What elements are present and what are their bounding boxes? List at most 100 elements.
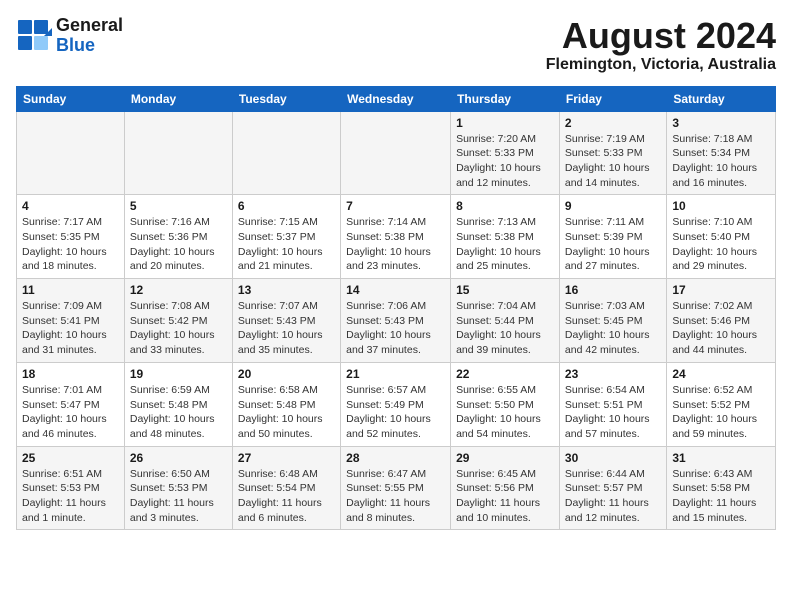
- calendar-cell: 3 Sunrise: 7:18 AM Sunset: 5:34 PM Daylig…: [667, 111, 776, 195]
- day-detail: Sunrise: 7:06 AM Sunset: 5:43 PM Dayligh…: [346, 299, 445, 358]
- day-number: 18: [22, 367, 119, 381]
- day-detail: Sunrise: 6:50 AM Sunset: 5:53 PM Dayligh…: [130, 467, 227, 526]
- day-number: 25: [22, 451, 119, 465]
- day-detail: Sunrise: 7:14 AM Sunset: 5:38 PM Dayligh…: [346, 215, 445, 274]
- day-detail: Sunrise: 7:01 AM Sunset: 5:47 PM Dayligh…: [22, 383, 119, 442]
- calendar-cell: 4 Sunrise: 7:17 AM Sunset: 5:35 PM Daylig…: [17, 195, 125, 279]
- day-number: 8: [456, 199, 554, 213]
- day-number: 15: [456, 283, 554, 297]
- calendar-week-row: 25Sunrise: 6:51 AM Sunset: 5:53 PM Dayli…: [17, 446, 776, 530]
- day-detail: Sunrise: 6:47 AM Sunset: 5:55 PM Dayligh…: [346, 467, 445, 526]
- day-detail: Sunrise: 7:17 AM Sunset: 5:35 PM Dayligh…: [22, 215, 119, 274]
- day-number: 17: [672, 283, 770, 297]
- page-header: General Blue August 2024 Flemington, Vic…: [16, 16, 776, 74]
- calendar-cell: 17Sunrise: 7:02 AM Sunset: 5:46 PM Dayli…: [667, 279, 776, 363]
- day-number: 2: [565, 116, 661, 130]
- calendar-cell: 18 Sunrise: 7:01 AM Sunset: 5:47 PM Dayli…: [17, 362, 125, 446]
- day-number: 27: [238, 451, 335, 465]
- day-number: 13: [238, 283, 335, 297]
- col-tuesday: Tuesday: [232, 86, 340, 111]
- day-number: 10: [672, 199, 770, 213]
- calendar-week-row: 1 Sunrise: 7:20 AM Sunset: 5:33 PM Daylig…: [17, 111, 776, 195]
- calendar-cell: 22Sunrise: 6:55 AM Sunset: 5:50 PM Dayli…: [451, 362, 560, 446]
- day-number: 4: [22, 199, 119, 213]
- col-saturday: Saturday: [667, 86, 776, 111]
- day-detail: Sunrise: 6:58 AM Sunset: 5:48 PM Dayligh…: [238, 383, 335, 442]
- col-wednesday: Wednesday: [341, 86, 451, 111]
- day-number: 16: [565, 283, 661, 297]
- calendar-cell: 2 Sunrise: 7:19 AM Sunset: 5:33 PM Daylig…: [559, 111, 666, 195]
- day-detail: Sunrise: 7:16 AM Sunset: 5:36 PM Dayligh…: [130, 215, 227, 274]
- calendar-cell: 26Sunrise: 6:50 AM Sunset: 5:53 PM Dayli…: [124, 446, 232, 530]
- day-detail: Sunrise: 6:57 AM Sunset: 5:49 PM Dayligh…: [346, 383, 445, 442]
- title-block: August 2024 Flemington, Victoria, Austra…: [546, 16, 776, 74]
- day-number: 21: [346, 367, 445, 381]
- calendar-table: Sunday Monday Tuesday Wednesday Thursday…: [16, 86, 776, 531]
- calendar-cell: 16 Sunrise: 7:03 AM Sunset: 5:45 PM Dayli…: [559, 279, 666, 363]
- calendar-header-row: Sunday Monday Tuesday Wednesday Thursday…: [17, 86, 776, 111]
- calendar-cell: 5 Sunrise: 7:16 AM Sunset: 5:36 PM Daylig…: [124, 195, 232, 279]
- calendar-title: August 2024: [546, 16, 776, 56]
- col-monday: Monday: [124, 86, 232, 111]
- calendar-week-row: 4 Sunrise: 7:17 AM Sunset: 5:35 PM Daylig…: [17, 195, 776, 279]
- day-detail: Sunrise: 7:20 AM Sunset: 5:33 PM Dayligh…: [456, 132, 554, 191]
- calendar-cell: 30Sunrise: 6:44 AM Sunset: 5:57 PM Dayli…: [559, 446, 666, 530]
- calendar-cell: 21 Sunrise: 6:57 AM Sunset: 5:49 PM Dayli…: [341, 362, 451, 446]
- logo-icon: [16, 18, 52, 54]
- day-number: 14: [346, 283, 445, 297]
- day-detail: Sunrise: 6:59 AM Sunset: 5:48 PM Dayligh…: [130, 383, 227, 442]
- calendar-cell: 24 Sunrise: 6:52 AM Sunset: 5:52 PM Dayli…: [667, 362, 776, 446]
- day-number: 20: [238, 367, 335, 381]
- day-number: 29: [456, 451, 554, 465]
- day-number: 22: [456, 367, 554, 381]
- calendar-cell: 15 Sunrise: 7:04 AM Sunset: 5:44 PM Dayli…: [451, 279, 560, 363]
- day-detail: Sunrise: 7:19 AM Sunset: 5:33 PM Dayligh…: [565, 132, 661, 191]
- day-detail: Sunrise: 7:11 AM Sunset: 5:39 PM Dayligh…: [565, 215, 661, 274]
- logo-blue: Blue: [56, 35, 95, 55]
- calendar-cell: 23 Sunrise: 6:54 AM Sunset: 5:51 PM Dayli…: [559, 362, 666, 446]
- day-detail: Sunrise: 6:44 AM Sunset: 5:57 PM Dayligh…: [565, 467, 661, 526]
- day-detail: Sunrise: 7:18 AM Sunset: 5:34 PM Dayligh…: [672, 132, 770, 191]
- calendar-cell: 27Sunrise: 6:48 AM Sunset: 5:54 PM Dayli…: [232, 446, 340, 530]
- day-detail: Sunrise: 6:54 AM Sunset: 5:51 PM Dayligh…: [565, 383, 661, 442]
- day-detail: Sunrise: 6:43 AM Sunset: 5:58 PM Dayligh…: [672, 467, 770, 526]
- calendar-cell: 10 Sunrise: 7:10 AM Sunset: 5:40 PM Dayli…: [667, 195, 776, 279]
- calendar-week-row: 11 Sunrise: 7:09 AM Sunset: 5:41 PM Dayli…: [17, 279, 776, 363]
- calendar-cell: [124, 111, 232, 195]
- calendar-cell: 8 Sunrise: 7:13 AM Sunset: 5:38 PM Daylig…: [451, 195, 560, 279]
- calendar-cell: [341, 111, 451, 195]
- day-detail: Sunrise: 7:10 AM Sunset: 5:40 PM Dayligh…: [672, 215, 770, 274]
- day-detail: Sunrise: 7:04 AM Sunset: 5:44 PM Dayligh…: [456, 299, 554, 358]
- day-detail: Sunrise: 7:03 AM Sunset: 5:45 PM Dayligh…: [565, 299, 661, 358]
- calendar-cell: 11 Sunrise: 7:09 AM Sunset: 5:41 PM Dayli…: [17, 279, 125, 363]
- day-detail: Sunrise: 7:07 AM Sunset: 5:43 PM Dayligh…: [238, 299, 335, 358]
- calendar-cell: 19 Sunrise: 6:59 AM Sunset: 5:48 PM Dayli…: [124, 362, 232, 446]
- day-number: 9: [565, 199, 661, 213]
- calendar-week-row: 18 Sunrise: 7:01 AM Sunset: 5:47 PM Dayli…: [17, 362, 776, 446]
- calendar-cell: 1 Sunrise: 7:20 AM Sunset: 5:33 PM Daylig…: [451, 111, 560, 195]
- calendar-cell: 9 Sunrise: 7:11 AM Sunset: 5:39 PM Daylig…: [559, 195, 666, 279]
- calendar-cell: 13 Sunrise: 7:07 AM Sunset: 5:43 PM Dayli…: [232, 279, 340, 363]
- day-detail: Sunrise: 6:52 AM Sunset: 5:52 PM Dayligh…: [672, 383, 770, 442]
- day-number: 6: [238, 199, 335, 213]
- day-number: 19: [130, 367, 227, 381]
- day-number: 31: [672, 451, 770, 465]
- day-detail: Sunrise: 7:09 AM Sunset: 5:41 PM Dayligh…: [22, 299, 119, 358]
- day-number: 24: [672, 367, 770, 381]
- day-number: 12: [130, 283, 227, 297]
- day-detail: Sunrise: 7:15 AM Sunset: 5:37 PM Dayligh…: [238, 215, 335, 274]
- calendar-cell: 20 Sunrise: 6:58 AM Sunset: 5:48 PM Dayli…: [232, 362, 340, 446]
- day-number: 23: [565, 367, 661, 381]
- day-number: 1: [456, 116, 554, 130]
- day-detail: Sunrise: 6:45 AM Sunset: 5:56 PM Dayligh…: [456, 467, 554, 526]
- logo-general: General: [56, 15, 123, 35]
- calendar-cell: [17, 111, 125, 195]
- calendar-cell: 25Sunrise: 6:51 AM Sunset: 5:53 PM Dayli…: [17, 446, 125, 530]
- calendar-cell: 7Sunrise: 7:14 AM Sunset: 5:38 PM Daylig…: [341, 195, 451, 279]
- day-number: 28: [346, 451, 445, 465]
- day-number: 5: [130, 199, 227, 213]
- calendar-cell: 12Sunrise: 7:08 AM Sunset: 5:42 PM Dayli…: [124, 279, 232, 363]
- day-number: 3: [672, 116, 770, 130]
- day-detail: Sunrise: 7:13 AM Sunset: 5:38 PM Dayligh…: [456, 215, 554, 274]
- day-number: 11: [22, 283, 119, 297]
